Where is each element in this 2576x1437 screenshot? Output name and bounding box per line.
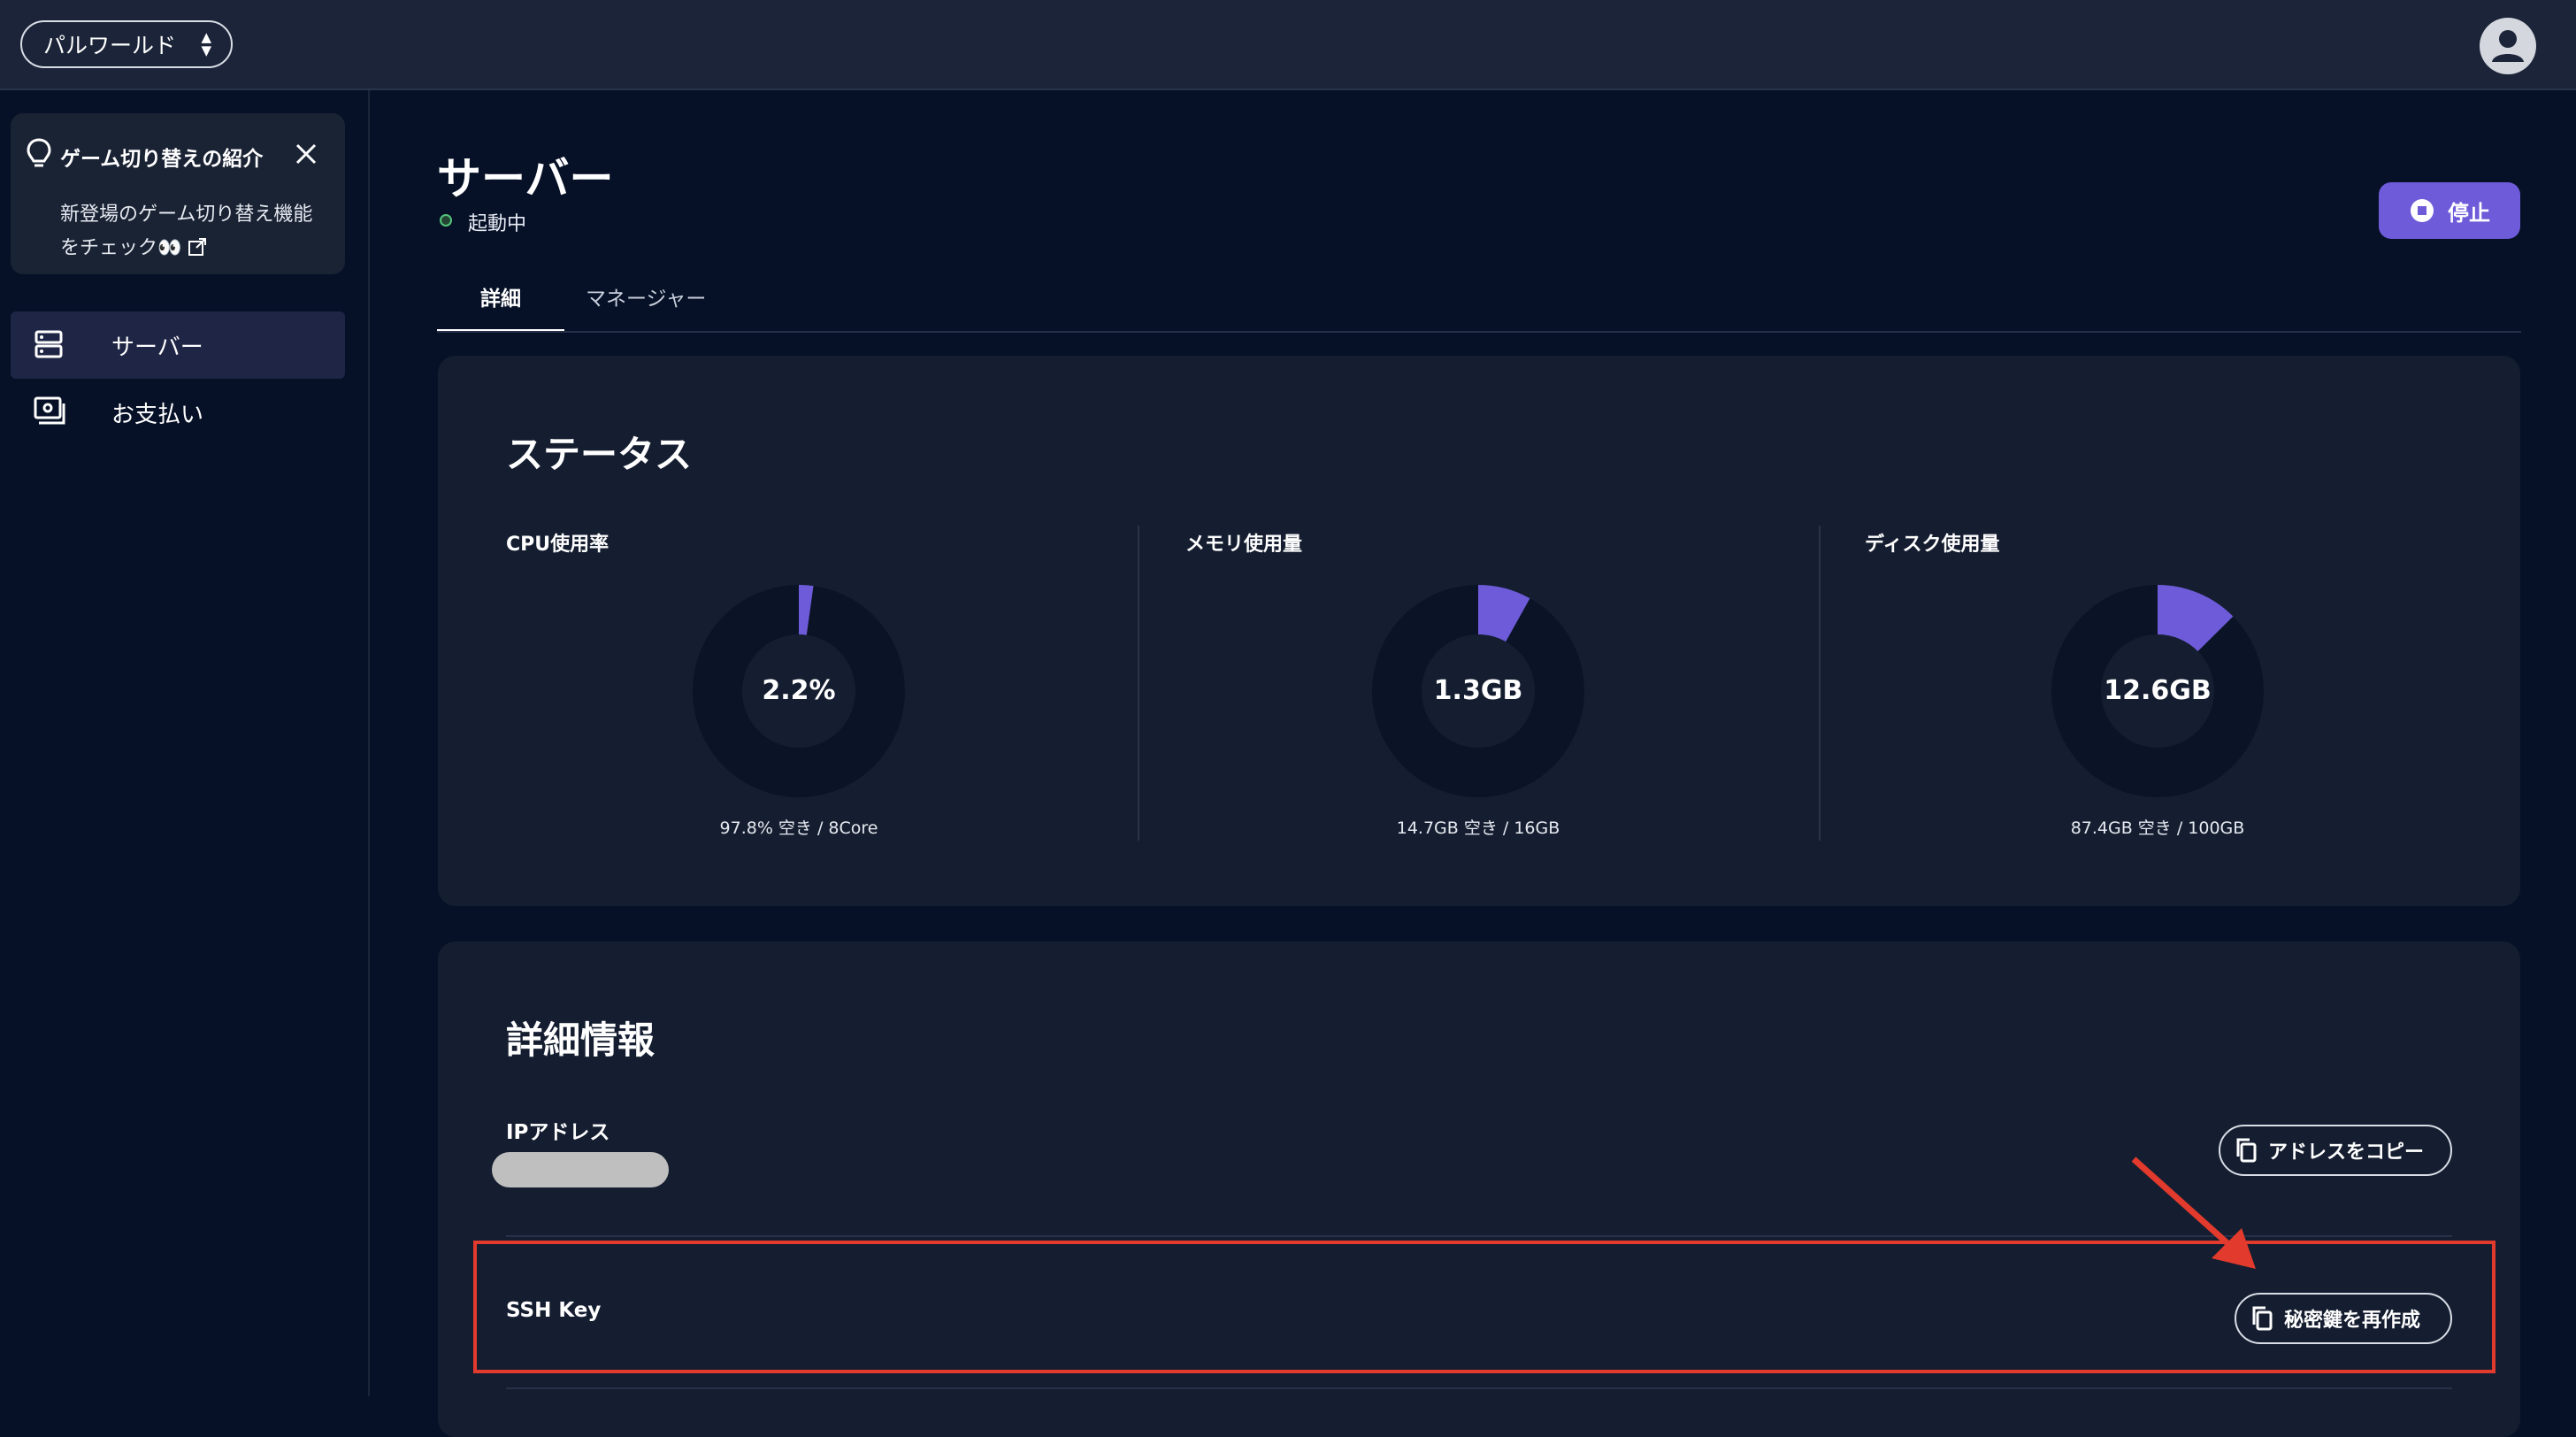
memory-label: メモリ使用量: [1185, 534, 1303, 556]
page-title: サーバー: [437, 153, 614, 204]
disk-label: ディスク使用量: [1865, 534, 2000, 556]
stop-button[interactable]: 停止: [2379, 182, 2520, 239]
promo-body-text: 新登場のゲーム切り替え機能をチェック👀: [60, 204, 313, 259]
stop-button-label: 停止: [2448, 200, 2490, 226]
cpu-value: 2.2%: [762, 675, 836, 706]
tab-details[interactable]: 詳細: [437, 281, 564, 333]
sidebar-item-label: お支払い: [111, 402, 204, 428]
ip-address-redacted: [492, 1152, 669, 1187]
status-text: 起動中: [468, 213, 527, 235]
avatar[interactable]: [2480, 18, 2536, 74]
cpu-label: CPU使用率: [506, 534, 610, 556]
disk-free-text: 87.4GB 空き / 100GB: [2070, 818, 2245, 838]
sidebar-item-label: サーバー: [111, 334, 203, 361]
world-selector-label: パルワールド: [43, 33, 177, 58]
external-link-icon: [188, 238, 207, 256]
user-icon: [2492, 30, 2524, 62]
row-divider: [506, 1387, 2452, 1389]
annotation-arrow-icon: [2131, 1157, 2256, 1269]
metric-divider: [1138, 526, 1139, 841]
server-icon: [34, 330, 63, 358]
copy-address-label: アドレスをコピー: [2268, 1141, 2425, 1164]
top-bar: [0, 0, 2576, 90]
status-indicator: [440, 214, 452, 227]
metric-divider: [1819, 526, 1821, 841]
details-card-title: 詳細情報: [506, 1018, 656, 1062]
close-icon[interactable]: [294, 142, 318, 166]
payment-icon: [34, 396, 65, 425]
world-selector[interactable]: パルワールド ▲ ▼: [20, 20, 233, 68]
cpu-free-text: 97.8% 空き / 8Core: [719, 818, 878, 838]
lightbulb-icon: [27, 138, 51, 167]
tab-underline-rule: [437, 331, 2521, 333]
memory-free-text: 14.7GB 空き / 16GB: [1396, 818, 1560, 838]
status-card-title: ステータス: [506, 433, 693, 476]
promo-title: ゲーム切り替えの紹介: [60, 148, 264, 171]
stop-icon: [2411, 199, 2434, 222]
memory-value: 1.3GB: [1433, 675, 1523, 706]
ip-label: IPアドレス: [506, 1121, 610, 1144]
disk-value: 12.6GB: [2104, 675, 2212, 706]
promo-link[interactable]: 新登場のゲーム切り替え機能をチェック👀: [60, 198, 326, 265]
tab-manager[interactable]: マネージャー: [586, 281, 706, 311]
updown-chevron-icon: ▲ ▼: [201, 29, 211, 58]
sidebar: [0, 90, 370, 1396]
